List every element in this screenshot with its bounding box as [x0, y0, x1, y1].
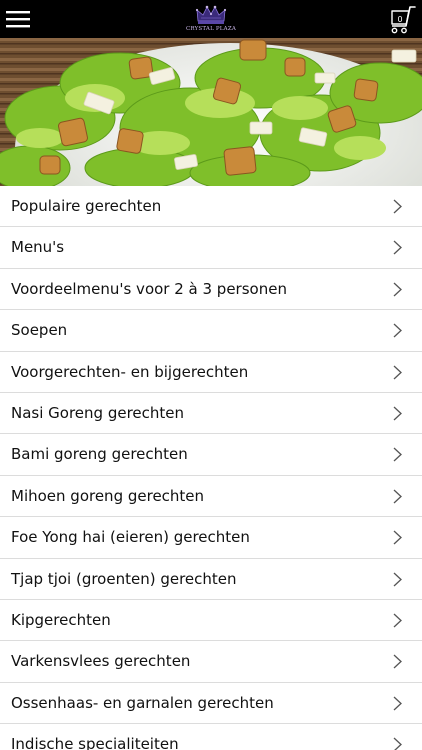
- chevron-right-icon: [393, 199, 402, 214]
- category-label: Indische specialiteiten: [11, 735, 179, 750]
- category-item-ossenhaas-garnalen[interactable]: Ossenhaas- en garnalen gerechten: [0, 682, 422, 725]
- cart-count-badge: 0: [397, 15, 403, 24]
- cart-button[interactable]: 0: [389, 5, 419, 35]
- category-item-bami-goreng[interactable]: Bami goreng gerechten: [0, 434, 422, 476]
- chevron-right-icon: [393, 282, 402, 297]
- category-item-soepen[interactable]: Soepen: [0, 310, 422, 352]
- chevron-right-icon: [393, 365, 402, 380]
- category-label: Bami goreng gerechten: [11, 445, 188, 464]
- chevron-right-icon: [393, 240, 402, 255]
- category-item-voordeelmenus[interactable]: Voordeelmenu's voor 2 à 3 personen: [0, 268, 422, 311]
- category-item-populaire-gerechten[interactable]: Populaire gerechten: [0, 186, 422, 228]
- category-list: Populaire gerechten Menu's Voordeelmenu'…: [0, 186, 422, 750]
- chevron-right-icon: [393, 323, 402, 338]
- hamburger-menu-icon[interactable]: [6, 9, 32, 29]
- category-item-tjap-tjoi[interactable]: Tjap tjoi (groenten) gerechten: [0, 558, 422, 600]
- category-label: Tjap tjoi (groenten) gerechten: [11, 569, 237, 588]
- category-item-foe-yong-hai[interactable]: Foe Yong hai (eieren) gerechten: [0, 517, 422, 559]
- caesar-salad-photo: [0, 38, 422, 186]
- logo-text: CRYSTAL PLAZA: [185, 26, 237, 32]
- chevron-right-icon: [393, 737, 402, 750]
- hero-image: [0, 38, 422, 186]
- chevron-right-icon: [393, 530, 402, 545]
- category-label: Menu's: [11, 238, 65, 257]
- chevron-right-icon: [393, 613, 402, 628]
- category-label: Varkensvlees gerechten: [11, 652, 191, 671]
- category-item-voorgerechten[interactable]: Voorgerechten- en bijgerechten: [0, 351, 422, 393]
- category-label: Voordeelmenu's voor 2 à 3 personen: [11, 279, 287, 298]
- app-screen: CRYSTAL PLAZA 0 Populaire gerechten Menu…: [0, 0, 422, 750]
- crown-icon: [195, 5, 227, 24]
- chevron-right-icon: [393, 572, 402, 586]
- category-label: Ossenhaas- en garnalen gerechten: [11, 693, 274, 712]
- category-label: Mihoen goreng gerechten: [11, 486, 205, 505]
- chevron-right-icon: [393, 696, 402, 711]
- category-label: Kipgerechten: [11, 610, 111, 629]
- category-label: Voorgerechten- en bijgerechten: [11, 362, 249, 381]
- category-label: Nasi Goreng gerechten: [11, 403, 185, 422]
- chevron-right-icon: [393, 489, 402, 504]
- chevron-right-icon: [393, 654, 402, 669]
- category-item-varkensvlees[interactable]: Varkensvlees gerechten: [0, 641, 422, 683]
- category-item-menus[interactable]: Menu's: [0, 227, 422, 269]
- category-item-nasi-goreng[interactable]: Nasi Goreng gerechten: [0, 392, 422, 435]
- category-label: Populaire gerechten: [11, 197, 162, 215]
- chevron-right-icon: [393, 447, 402, 462]
- chevron-right-icon: [393, 406, 402, 421]
- category-item-indische-specialiteiten[interactable]: Indische specialiteiten: [0, 724, 422, 750]
- category-label: Foe Yong hai (eieren) gerechten: [11, 528, 250, 547]
- category-label: Soepen: [11, 321, 68, 340]
- top-bar: CRYSTAL PLAZA 0: [0, 0, 422, 38]
- restaurant-logo: CRYSTAL PLAZA: [186, 3, 236, 35]
- category-item-mihoen-goreng[interactable]: Mihoen goreng gerechten: [0, 475, 422, 518]
- category-item-kipgerechten[interactable]: Kipgerechten: [0, 599, 422, 642]
